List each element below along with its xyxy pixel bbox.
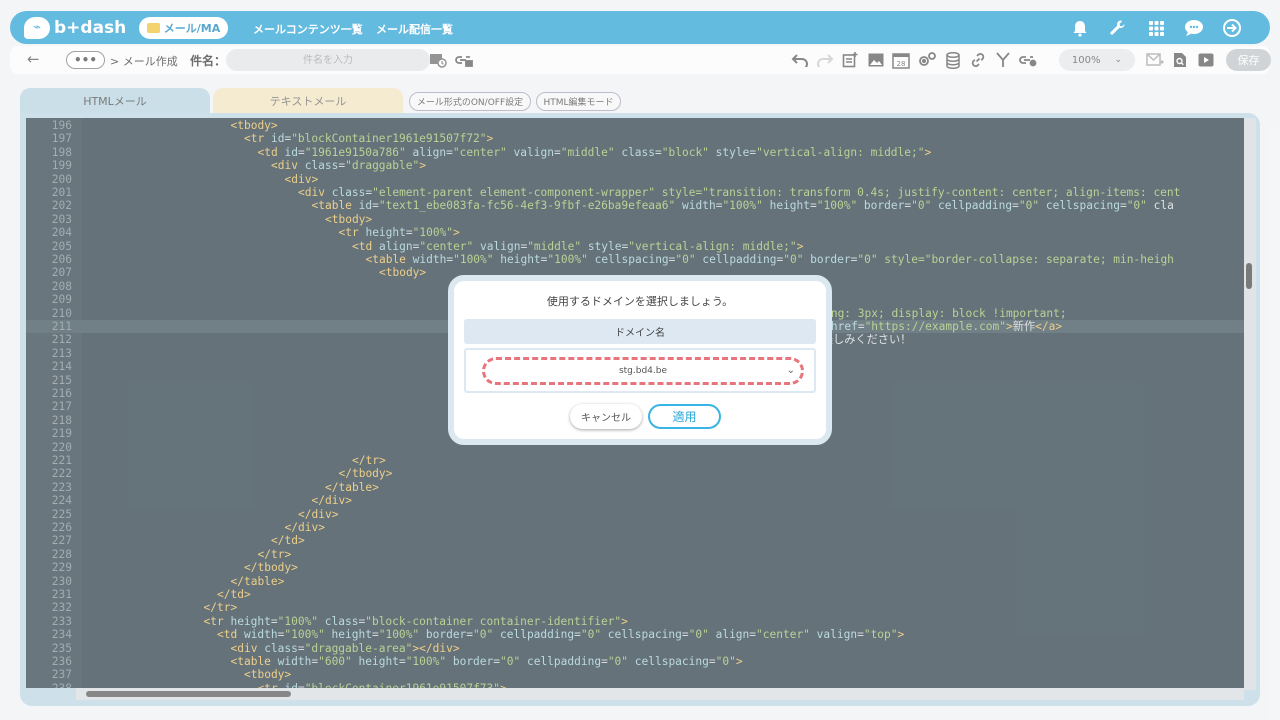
chevron-down-icon: ⌄ (786, 365, 795, 376)
dialog-title: 使用するドメインを選択しましょう。 (546, 295, 734, 308)
domain-select-dialog: 使用するドメインを選択しましょう。 ドメイン名 stg.bd4.be ⌄ キャン… (448, 275, 832, 445)
selected-domain: stg.bd4.be (618, 366, 668, 376)
domain-column-header: ドメイン名 (464, 319, 816, 344)
apply-button[interactable]: 適用 (648, 404, 721, 429)
domain-select-row: stg.bd4.be ⌄ (464, 348, 816, 393)
cancel-button[interactable]: キャンセル (570, 404, 642, 429)
domain-dropdown[interactable]: stg.bd4.be ⌄ (482, 357, 804, 385)
